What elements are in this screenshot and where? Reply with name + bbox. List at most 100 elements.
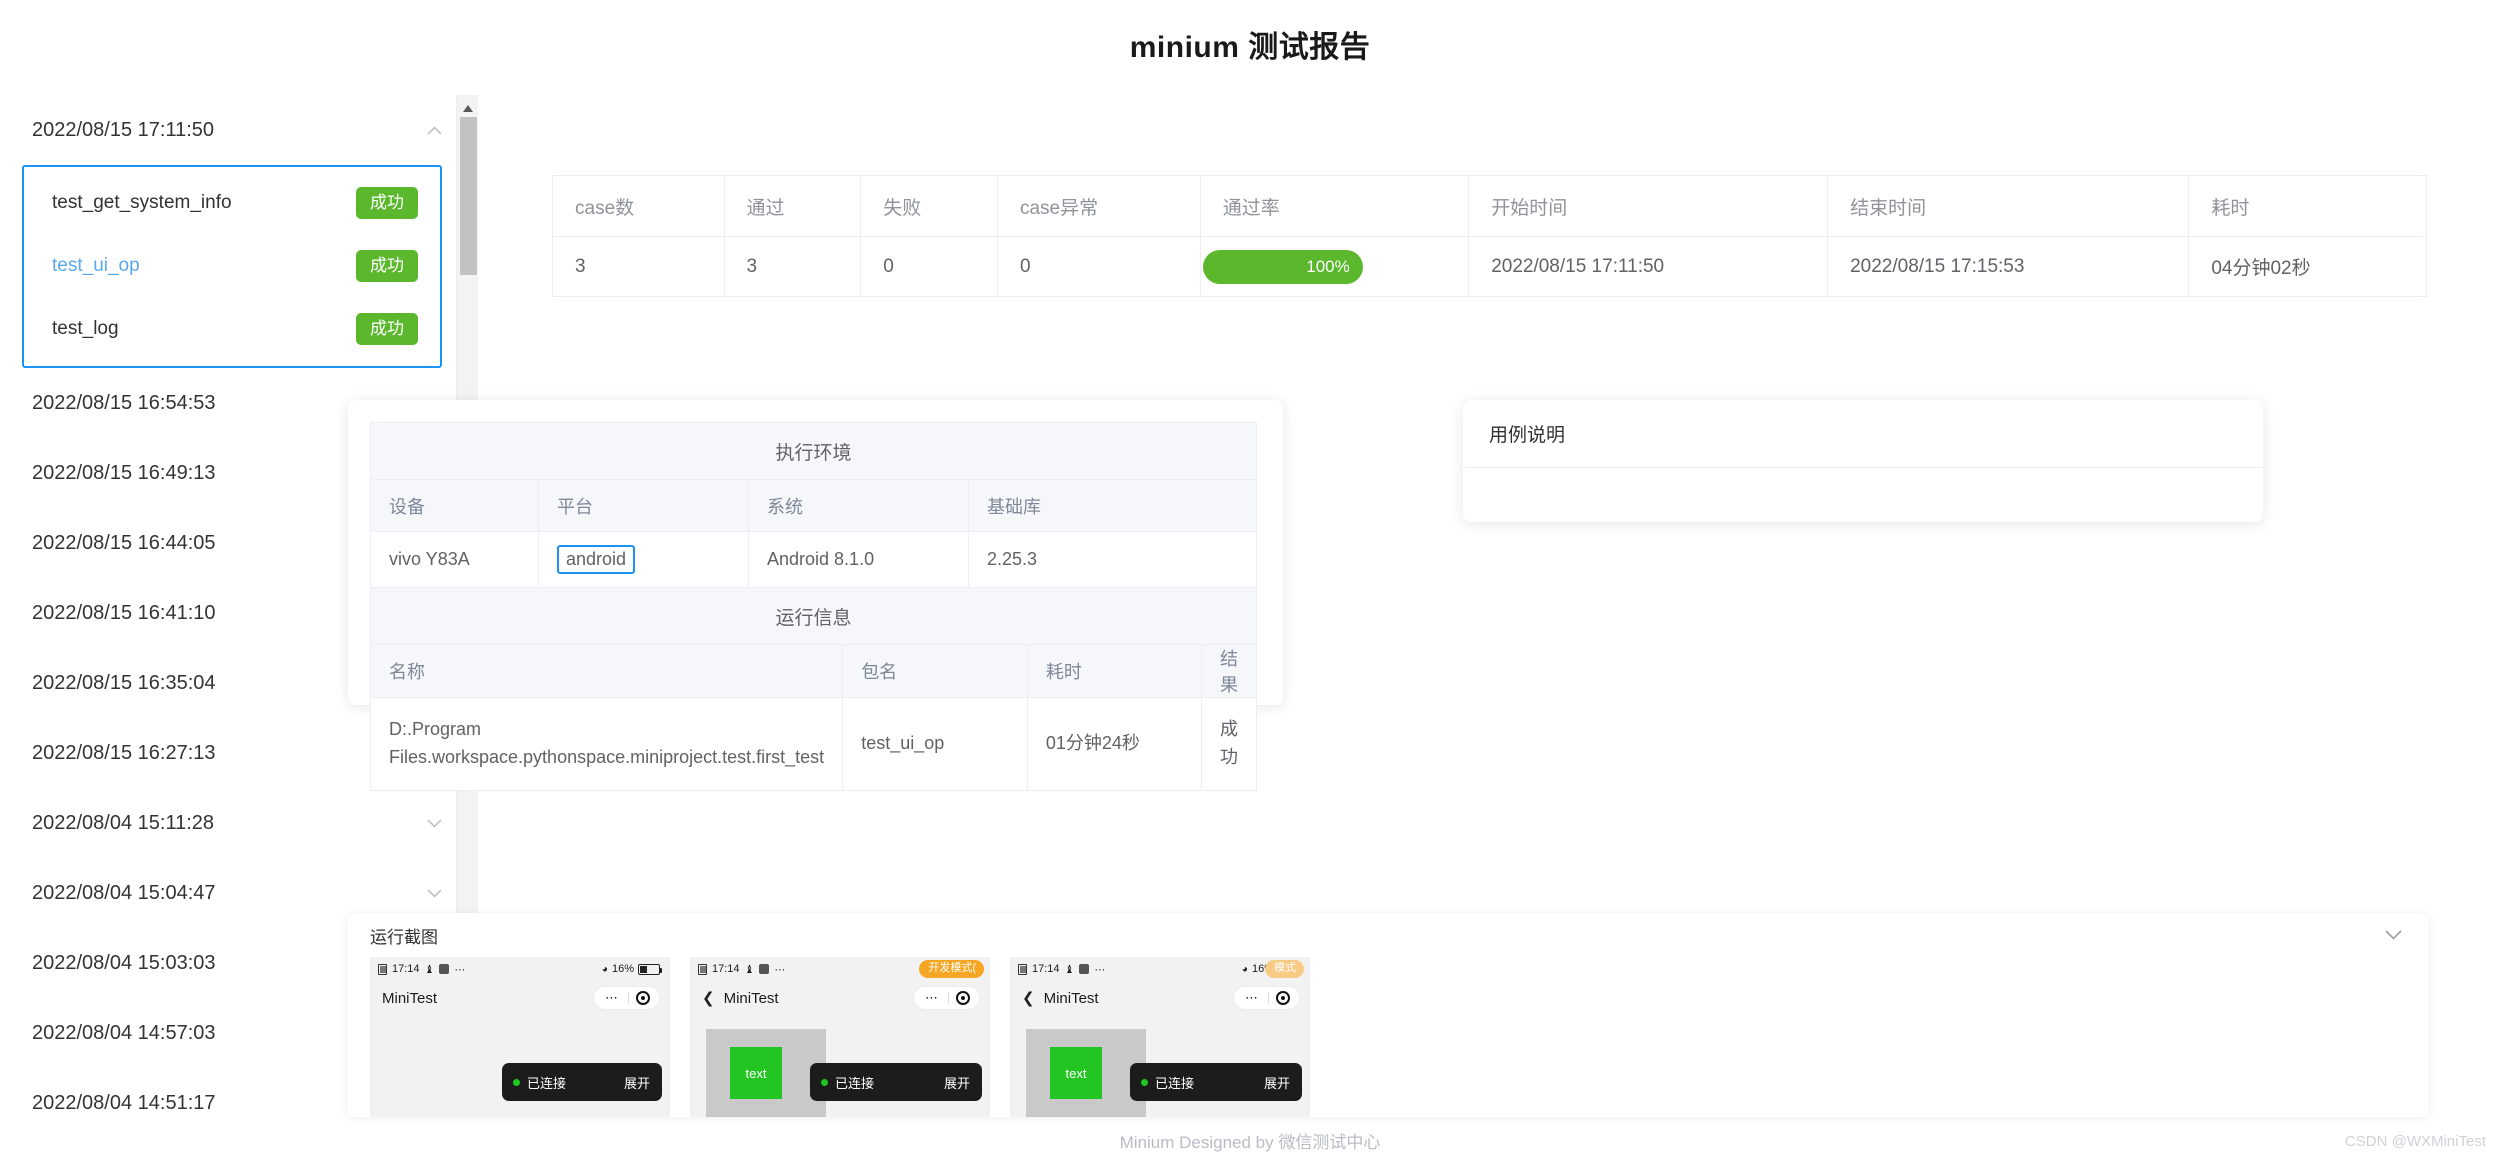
mini-app-capsule[interactable]: ⋯ bbox=[593, 986, 660, 1010]
history-timestamp: 2022/08/15 16:49:13 bbox=[32, 461, 216, 484]
summary-col-passed: 通过 bbox=[723, 175, 862, 237]
history-timestamp: 2022/08/04 14:57:03 bbox=[32, 1021, 216, 1044]
pass-rate-progress-bar: 100% bbox=[1202, 249, 1363, 284]
run-header-row: 名称 包名 耗时 结果 bbox=[369, 644, 1257, 698]
env-baselib: 2.25.3 bbox=[968, 531, 1257, 588]
back-chevron-icon[interactable]: ❮ bbox=[702, 991, 715, 1006]
usb-icon: ♝ bbox=[424, 963, 435, 976]
screenshot-thumbnail[interactable]: 17:14♝⋯◕开发模式(❮MiniTest⋯text已连接展开 bbox=[690, 957, 990, 1117]
case-description-body bbox=[1463, 468, 2263, 521]
scrollbar-thumb[interactable] bbox=[460, 117, 477, 275]
phone-body: text 已连接 展开 bbox=[690, 1015, 990, 1117]
env-col-platform: 平台 bbox=[538, 479, 749, 532]
env-col-baselib: 基础库 bbox=[968, 479, 1257, 532]
scroll-up-arrow-icon[interactable] bbox=[457, 97, 479, 119]
chevron-down-icon[interactable] bbox=[427, 888, 442, 898]
run-info-table: 运行信息 名称 包名 耗时 结果 D:.Program Files.worksp… bbox=[369, 587, 1257, 791]
phone-body: 已连接 展开 bbox=[370, 1015, 670, 1117]
run-package: test_ui_op bbox=[842, 697, 1028, 791]
run-name: D:.Program Files.workspace.pythonspace.m… bbox=[369, 697, 844, 791]
environment-card: 执行环境 设备 平台 系统 基础库 vivo Y83A android Andr… bbox=[348, 400, 1283, 791]
env-title-row: 执行环境 bbox=[370, 422, 1257, 480]
history-group-header[interactable]: 2022/08/04 15:11:28 bbox=[0, 788, 466, 858]
run-col-name: 名称 bbox=[369, 644, 844, 698]
case-status-badge: 成功 bbox=[356, 249, 418, 282]
mini-app-title: MiniTest bbox=[382, 989, 438, 1007]
env-platform-cell: android bbox=[538, 531, 749, 588]
environment-tables: 执行环境 设备 平台 系统 基础库 vivo Y83A android Andr… bbox=[369, 422, 1257, 791]
case-name[interactable]: test_log bbox=[52, 318, 119, 340]
connected-status-dot-icon bbox=[821, 1078, 828, 1086]
summary-table-wrapper: case数 通过 失败 case异常 通过率 开始时间 结束时间 耗时 3 3 … bbox=[552, 175, 2427, 297]
case-row[interactable]: test_ui_op 成功 bbox=[24, 234, 440, 297]
env-device: vivo Y83A bbox=[370, 531, 539, 588]
capsule-divider bbox=[628, 992, 629, 1004]
connected-status-dot-icon bbox=[1141, 1078, 1148, 1086]
capsule-more-icon[interactable]: ⋯ bbox=[1240, 990, 1264, 1006]
green-text-block: text bbox=[1050, 1047, 1102, 1099]
capsule-close-icon[interactable] bbox=[956, 991, 970, 1005]
history-timestamp: 2022/08/04 14:51:17 bbox=[32, 1091, 216, 1114]
chevron-down-icon[interactable] bbox=[427, 818, 442, 828]
sim-card-icon bbox=[1018, 963, 1027, 975]
history-timestamp: 2022/08/15 16:41:10 bbox=[32, 601, 216, 624]
footer-credit: Minium Designed by 微信测试中心 bbox=[1119, 1133, 1381, 1152]
toast-expand-label[interactable]: 展开 bbox=[1264, 1073, 1290, 1092]
more-dots-icon: ⋯ bbox=[1094, 963, 1107, 976]
run-title: 运行信息 bbox=[370, 587, 1257, 645]
phone-body: text 已连接 展开 bbox=[1010, 1015, 1310, 1117]
history-group-header[interactable]: 2022/08/15 17:11:50 bbox=[0, 95, 466, 165]
case-name[interactable]: test_ui_op bbox=[52, 255, 140, 277]
summary-passed: 3 bbox=[723, 236, 862, 297]
mini-app-capsule[interactable]: ⋯ bbox=[1233, 986, 1300, 1010]
run-duration: 01分钟24秒 bbox=[1026, 697, 1203, 791]
case-row[interactable]: test_get_system_info 成功 bbox=[24, 171, 440, 234]
run-data-row: D:.Program Files.workspace.pythonspace.m… bbox=[369, 697, 1257, 791]
watermark: CSDN @WXMiniTest bbox=[2344, 1133, 2486, 1150]
app-icon bbox=[1079, 964, 1090, 974]
summary-failed: 0 bbox=[860, 236, 998, 297]
case-row[interactable]: test_log 成功 bbox=[24, 297, 440, 360]
phone-nav-bar: MiniTest ⋯ bbox=[370, 981, 670, 1015]
env-col-system: 系统 bbox=[748, 479, 969, 532]
pass-rate-label: 100% bbox=[1306, 257, 1350, 276]
env-platform-selected-value[interactable]: android bbox=[557, 545, 636, 574]
back-chevron-icon[interactable]: ❮ bbox=[1022, 991, 1035, 1006]
sim-card-icon bbox=[698, 963, 707, 975]
history-timestamp: 2022/08/04 15:03:03 bbox=[32, 951, 216, 974]
status-time: 17:14 bbox=[712, 963, 740, 975]
status-time: 17:14 bbox=[392, 963, 420, 975]
env-header-row: 设备 平台 系统 基础库 bbox=[370, 479, 1257, 532]
screenshots-list: 17:14♝⋯◕16%MiniTest⋯已连接展开17:14♝⋯◕开发模式(❮M… bbox=[348, 957, 2428, 1117]
chevron-down-icon[interactable] bbox=[2385, 925, 2402, 945]
capsule-more-icon[interactable]: ⋯ bbox=[920, 990, 944, 1006]
more-dots-icon: ⋯ bbox=[774, 963, 787, 976]
case-status-badge: 成功 bbox=[356, 312, 418, 345]
wifi-icon: ◕ bbox=[1241, 963, 1248, 975]
screenshots-header[interactable]: 运行截图 bbox=[348, 913, 2428, 957]
toast-expand-label[interactable]: 展开 bbox=[944, 1073, 970, 1092]
screenshots-panel: 运行截图 17:14♝⋯◕16%MiniTest⋯已连接展开17:14♝⋯◕开发… bbox=[348, 913, 2428, 1117]
dev-mode-badge: 开发模式( bbox=[919, 960, 984, 978]
screenshot-thumbnail[interactable]: 17:14 ♝ ⋯ ◕ 16% MiniTest ⋯ 已连接 展开 bbox=[370, 957, 670, 1117]
summary-col-pass-rate: 通过率 bbox=[1199, 175, 1470, 237]
history-timestamp: 2022/08/15 16:27:13 bbox=[32, 741, 216, 764]
main-content: case数 通过 失败 case异常 通过率 开始时间 结束时间 耗时 3 3 … bbox=[348, 0, 2500, 1160]
capsule-close-icon[interactable] bbox=[1276, 991, 1290, 1005]
capsule-more-icon[interactable]: ⋯ bbox=[600, 990, 624, 1006]
env-title: 执行环境 bbox=[370, 422, 1257, 480]
chevron-up-icon[interactable] bbox=[427, 125, 442, 135]
toast-status-label: 已连接 bbox=[1155, 1075, 1195, 1091]
toast-expand-label[interactable]: 展开 bbox=[624, 1073, 650, 1092]
history-timestamp: 2022/08/04 15:04:47 bbox=[32, 881, 216, 904]
capsule-divider bbox=[1268, 992, 1269, 1004]
screenshot-thumbnail[interactable]: 17:14 ♝ ⋯ ◕ 16% 模式 ❮ MiniTest ⋯ text 已连接 展开 bbox=[1010, 957, 1310, 1117]
mini-app-capsule[interactable]: ⋯ bbox=[913, 986, 980, 1010]
summary-table: case数 通过 失败 case异常 通过率 开始时间 结束时间 耗时 3 3 … bbox=[552, 175, 2427, 297]
capsule-close-icon[interactable] bbox=[636, 991, 650, 1005]
case-name[interactable]: test_get_system_info bbox=[52, 192, 232, 214]
summary-header-row: case数 通过 失败 case异常 通过率 开始时间 结束时间 耗时 bbox=[552, 175, 2427, 237]
summary-start-time: 2022/08/15 17:11:50 bbox=[1468, 236, 1829, 297]
usb-icon: ♝ bbox=[744, 963, 755, 976]
case-description-card: 用例说明 bbox=[1463, 400, 2263, 522]
